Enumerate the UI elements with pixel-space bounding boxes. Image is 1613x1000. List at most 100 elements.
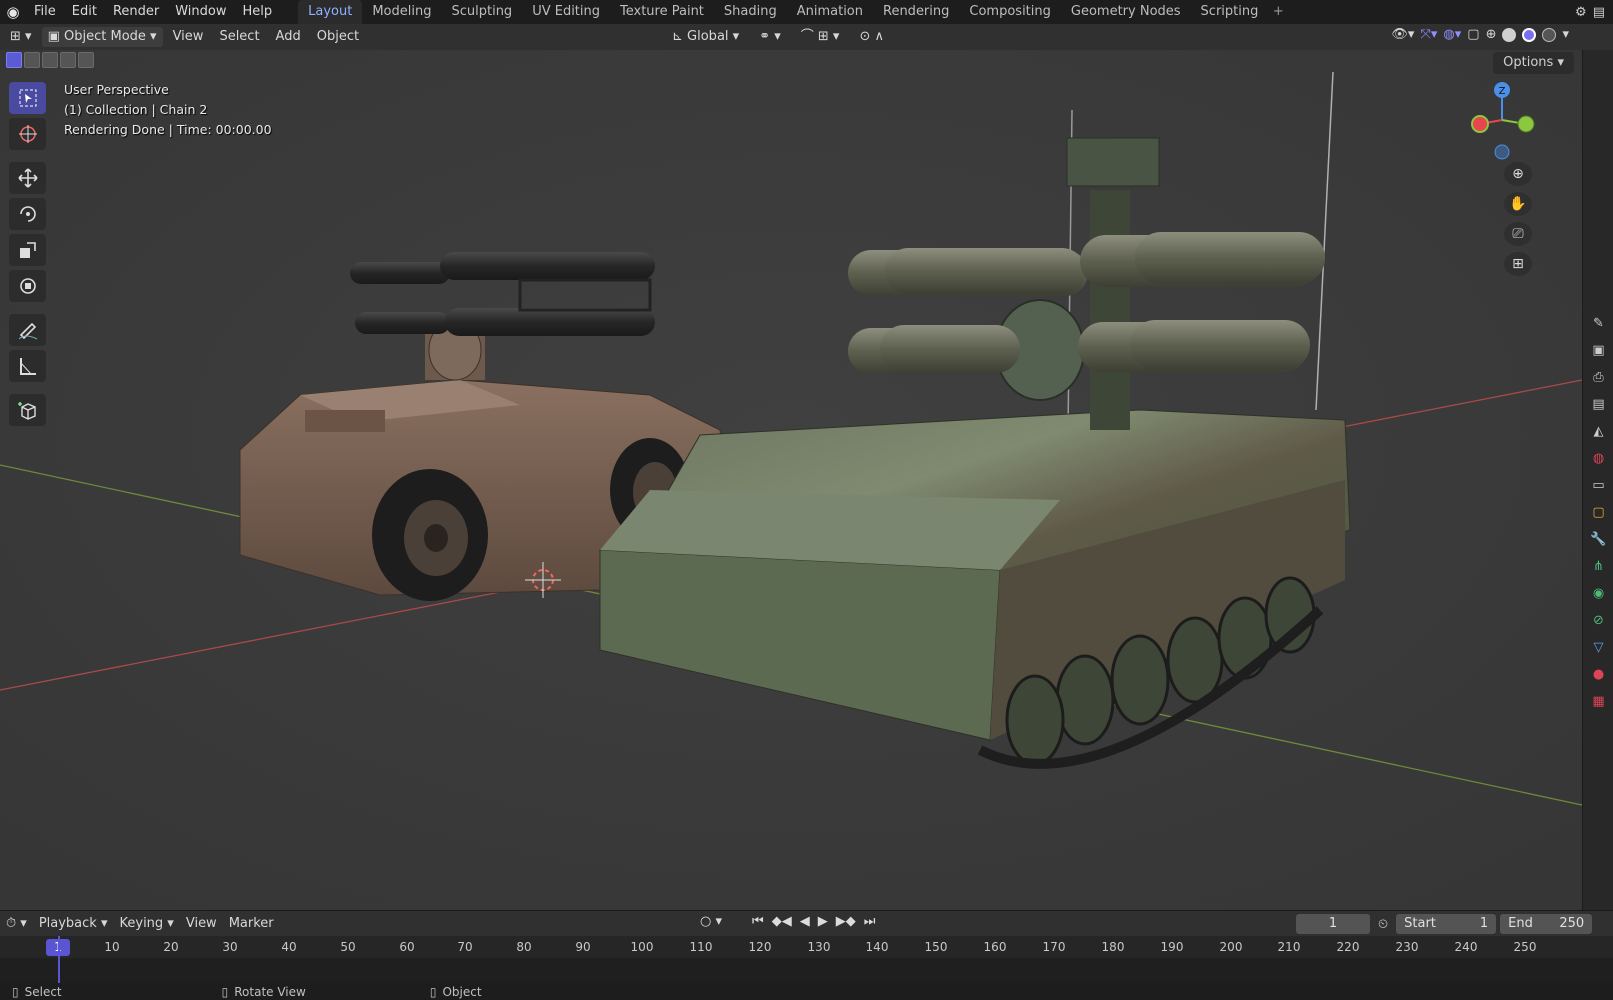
tab-animation[interactable]: Animation	[787, 0, 873, 24]
navigation-gizmo[interactable]: Z	[1462, 76, 1542, 162]
menu-object[interactable]: Object	[311, 27, 365, 47]
transform-icon	[19, 278, 36, 294]
tab-modeling[interactable]: Modeling	[362, 0, 441, 24]
constraint-properties-icon[interactable]: ⊘	[1583, 607, 1613, 634]
auto-keying-icon[interactable]: ○ ▾	[700, 914, 722, 929]
cursor-tool[interactable]	[9, 118, 46, 150]
play-reverse-icon[interactable]: ◀	[800, 914, 810, 929]
timeline-view-menu[interactable]: View	[180, 914, 223, 934]
timeline-track-area[interactable]	[0, 958, 1613, 983]
timeline-editor-type-button[interactable]: ⏱ ▾	[0, 914, 33, 934]
camera-view-icon[interactable]: ⎚	[1504, 222, 1532, 246]
rendered-shading-icon[interactable]	[1542, 27, 1557, 42]
pivot-point-dropdown[interactable]: ⚭ ▾	[753, 27, 787, 47]
wireframe-shading-icon[interactable]: ⊕	[1486, 27, 1497, 42]
add-cube-tool[interactable]	[9, 394, 46, 426]
select-box-tool[interactable]	[9, 82, 46, 114]
timeline-ruler[interactable]: 1 10 20 30 40 50 60 70 80 90 100 110 120…	[0, 936, 1613, 958]
next-keyframe-icon[interactable]: ▶◆	[836, 914, 856, 929]
tab-layout[interactable]: Layout	[298, 0, 363, 24]
transform-orientation-dropdown[interactable]: ⊾ Global ▾	[666, 27, 745, 47]
keying-menu[interactable]: Keying ▾	[114, 914, 180, 934]
tab-shading[interactable]: Shading	[714, 0, 787, 24]
chevron-down-icon[interactable]: ▾	[1562, 27, 1569, 42]
move-tool[interactable]	[9, 162, 46, 194]
solid-shading-icon[interactable]	[1502, 27, 1517, 42]
pan-hand-icon[interactable]: ✋	[1504, 192, 1532, 216]
proportional-editing-toggle[interactable]: ⊙ ∧	[853, 27, 890, 47]
world-properties-icon[interactable]: ◍	[1583, 445, 1613, 472]
tab-texture-paint[interactable]: Texture Paint	[610, 0, 714, 24]
tab-geometry-nodes[interactable]: Geometry Nodes	[1061, 0, 1191, 24]
visibility-icon[interactable]: 👁▾	[1391, 27, 1414, 42]
annotate-tool[interactable]	[9, 314, 46, 346]
options-dropdown[interactable]: Options ▾	[1493, 52, 1574, 74]
add-workspace-button[interactable]: +	[1268, 0, 1288, 24]
stopwatch-icon[interactable]: ⏲	[1378, 917, 1388, 932]
rotate-tool[interactable]	[9, 198, 46, 230]
physics-properties-icon[interactable]: ◉	[1583, 580, 1613, 607]
scene-properties-icon[interactable]: ◭	[1583, 418, 1613, 445]
end-frame-field[interactable]: End 250	[1500, 914, 1593, 934]
tab-scripting[interactable]: Scripting	[1191, 0, 1269, 24]
material-preview-shading-icon[interactable]	[1522, 27, 1537, 42]
previous-keyframe-icon[interactable]: ◆◀	[772, 914, 792, 929]
collection-properties-icon[interactable]: ▭	[1583, 472, 1613, 499]
menu-add[interactable]: Add	[270, 27, 307, 47]
editor-type-button[interactable]: ⊞ ▾	[4, 27, 38, 47]
jump-to-start-icon[interactable]: ⏮	[752, 914, 764, 929]
xray-toggle-icon[interactable]: ▢	[1467, 27, 1479, 42]
tab-uv-editing[interactable]: UV Editing	[522, 0, 610, 24]
selection-mode-buttons	[6, 52, 94, 68]
particle-properties-icon[interactable]: ⋔	[1583, 553, 1613, 580]
object-properties-icon[interactable]: ▢	[1583, 499, 1613, 526]
jump-to-end-icon[interactable]: ⏭	[864, 914, 876, 929]
marker-menu[interactable]: Marker	[223, 914, 280, 934]
perspective-toggle-icon[interactable]: ⊞	[1504, 252, 1532, 276]
status-select: ▯ Select	[12, 985, 62, 999]
menu-render[interactable]: Render	[105, 0, 167, 24]
menu-view[interactable]: View	[167, 27, 210, 47]
select-invert-icon[interactable]	[60, 52, 76, 68]
view-layer-icon[interactable]: ▤	[1593, 5, 1605, 20]
measure-tool[interactable]	[9, 350, 46, 382]
modifier-properties-icon[interactable]: 🔧	[1583, 526, 1613, 553]
select-extend-icon[interactable]	[24, 52, 40, 68]
menu-file[interactable]: File	[26, 0, 64, 24]
current-frame-field[interactable]: 1	[1296, 914, 1370, 934]
menu-edit[interactable]: Edit	[64, 0, 105, 24]
mode-dropdown[interactable]: ▣ Object Mode ▾	[41, 27, 163, 47]
zoom-icon[interactable]: ⊕	[1504, 162, 1532, 186]
material-properties-icon[interactable]: ●	[1583, 661, 1613, 688]
menu-select[interactable]: Select	[213, 27, 265, 47]
texture-properties-icon[interactable]: ▦	[1583, 688, 1613, 715]
render-properties-icon[interactable]: ▣	[1583, 337, 1613, 364]
tool-properties-icon[interactable]: ✎	[1583, 310, 1613, 337]
menu-window[interactable]: Window	[167, 0, 234, 24]
select-intersect-icon[interactable]	[78, 52, 94, 68]
start-frame-field[interactable]: Start 1	[1396, 914, 1497, 934]
tab-rendering[interactable]: Rendering	[873, 0, 959, 24]
tick-label: 240	[1454, 940, 1478, 954]
scale-tool[interactable]	[9, 234, 46, 266]
select-new-icon[interactable]	[6, 52, 22, 68]
scene-icon[interactable]: ⚙	[1575, 5, 1587, 20]
snap-toggle[interactable]: ⌒ ⊞ ▾	[795, 27, 846, 47]
transform-tool[interactable]	[9, 270, 46, 302]
3d-viewport[interactable]: Options ▾ User Perspective (1) Collectio…	[0, 50, 1582, 910]
playhead-line[interactable]	[58, 936, 60, 983]
playback-menu[interactable]: Playback ▾	[33, 914, 114, 934]
view-layer-properties-icon[interactable]: ▤	[1583, 391, 1613, 418]
data-properties-icon[interactable]: ▽	[1583, 634, 1613, 661]
play-icon[interactable]: ▶	[818, 914, 828, 929]
gizmo-toggle-icon[interactable]: ⤧▾	[1420, 27, 1437, 42]
output-properties-icon[interactable]: ⎙	[1583, 364, 1613, 391]
blender-logo-icon[interactable]: ◉	[0, 0, 26, 24]
menu-help[interactable]: Help	[235, 0, 281, 24]
tab-compositing[interactable]: Compositing	[959, 0, 1061, 24]
tick-label: 140	[865, 940, 889, 954]
overlay-toggle-icon[interactable]: ◍▾	[1443, 27, 1461, 42]
tab-sculpting[interactable]: Sculpting	[441, 0, 522, 24]
viewport-info-overlay: User Perspective (1) Collection | Chain …	[64, 80, 272, 140]
select-subtract-icon[interactable]	[42, 52, 58, 68]
